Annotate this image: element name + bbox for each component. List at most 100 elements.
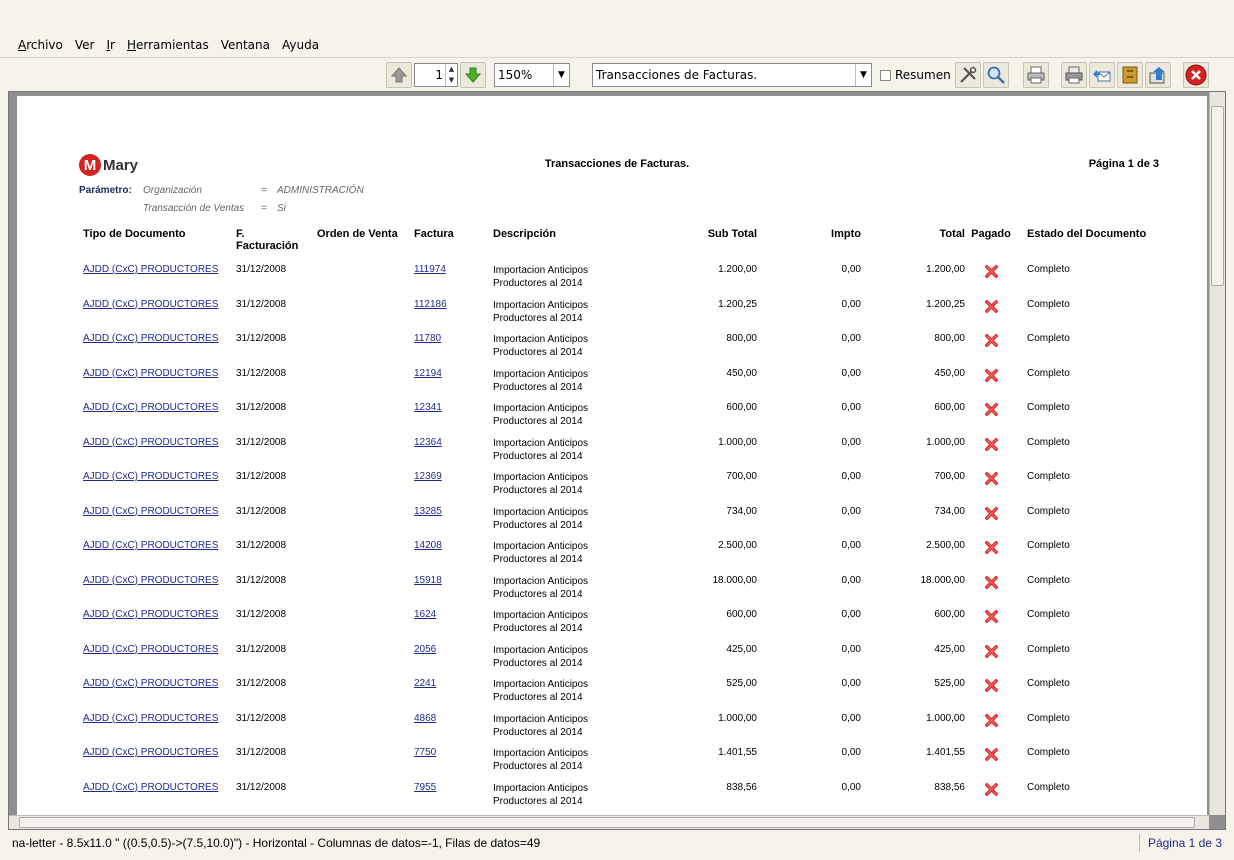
header-fecha-line1: F. xyxy=(236,228,245,240)
description-line1: Importacion Anticipos xyxy=(493,437,589,449)
invoice-link[interactable]: 2056 xyxy=(414,644,436,655)
total: 18.000,00 xyxy=(920,574,966,586)
zoom-select[interactable]: 150% ▼ xyxy=(494,63,570,87)
tax: 0,00 xyxy=(841,609,861,620)
document-type-link[interactable]: AJDD (CxC) PRODUCTORES xyxy=(83,782,218,793)
invoice-link[interactable]: 12341 xyxy=(414,402,442,413)
document-status: Completo xyxy=(1027,264,1070,275)
table-row: AJDD (CxC) PRODUCTORES 31/12/2008 7750 Impo… xyxy=(83,747,1173,782)
description: Importacion Anticipos Productores al 2014 xyxy=(493,782,643,808)
table-row: AJDD (CxC) PRODUCTORES 31/12/2008 111974 Im… xyxy=(83,264,1173,299)
tax: 0,00 xyxy=(841,678,861,689)
unpaid-x-icon xyxy=(984,679,998,692)
document-type-link[interactable]: AJDD (CxC) PRODUCTORES xyxy=(83,575,218,586)
invoice-link[interactable]: 14208 xyxy=(414,540,442,551)
invoice-link[interactable]: 112186 xyxy=(414,299,447,310)
invoice-link[interactable]: 12194 xyxy=(414,368,442,379)
document-type-link[interactable]: AJDD (CxC) PRODUCTORES xyxy=(83,609,218,620)
description-line1: Importacion Anticipos xyxy=(493,299,589,311)
chevron-down-icon[interactable]: ▼ xyxy=(553,64,569,86)
report-select[interactable]: Transacciones de Facturas. ▼ xyxy=(592,63,872,87)
paid-status xyxy=(969,609,1013,627)
unpaid-x-icon xyxy=(984,782,998,796)
report-title: Transacciones de Facturas. xyxy=(544,158,690,170)
total: 600,00 xyxy=(934,609,965,620)
chevron-down-icon[interactable]: ▼ xyxy=(855,64,871,86)
close-report-button[interactable] xyxy=(1182,62,1209,88)
archive-icon xyxy=(1122,66,1138,84)
document-type-link[interactable]: AJDD (CxC) PRODUCTORES xyxy=(83,540,218,551)
invoice-link[interactable]: 11780 xyxy=(414,333,441,344)
description-line1: Importacion Anticipos xyxy=(493,782,589,794)
menu-ver[interactable]: Ver xyxy=(75,38,95,52)
invoice-link[interactable]: 4868 xyxy=(414,713,436,724)
tax: 0,00 xyxy=(841,781,861,793)
menu-herramientas[interactable]: Herramientas xyxy=(127,38,209,52)
document-type-link[interactable]: AJDD (CxC) PRODUCTORES xyxy=(83,402,218,413)
description-line1: Importacion Anticipos xyxy=(493,748,589,759)
horizontal-scrollbar[interactable] xyxy=(9,815,1209,829)
invoice-link[interactable]: 13285 xyxy=(414,506,442,517)
invoice-link[interactable]: 12364 xyxy=(414,437,442,448)
report-viewer[interactable]: M Mary Transacciones de Facturas. Página… xyxy=(8,91,1226,830)
document-type-link[interactable]: AJDD (CxC) PRODUCTORES xyxy=(83,299,218,310)
menu-ventana[interactable]: Ventana xyxy=(221,38,270,52)
vertical-scroll-thumb[interactable] xyxy=(1211,106,1224,286)
horizontal-scroll-thumb[interactable] xyxy=(19,817,1195,828)
invoice-link[interactable]: 111974 xyxy=(414,264,446,275)
unpaid-x-icon xyxy=(984,368,998,382)
document-type-link[interactable]: AJDD (CxC) PRODUCTORES xyxy=(83,713,218,724)
unpaid-x-icon xyxy=(984,437,998,451)
invoice-link[interactable]: 7955 xyxy=(414,782,436,793)
page-number-spinner[interactable]: 1 ▲ ▼ xyxy=(414,63,458,87)
customize-button[interactable] xyxy=(954,62,981,88)
send-mail-button[interactable] xyxy=(1088,62,1115,88)
subtotal: 1.000,00 xyxy=(718,712,757,724)
next-page-button[interactable] xyxy=(460,62,486,88)
page-indicator: Página 1 de 3 xyxy=(1088,158,1159,170)
total: 734,00 xyxy=(934,505,965,517)
print-button[interactable] xyxy=(1022,62,1049,88)
invoice-link[interactable]: 15918 xyxy=(414,575,442,586)
document-type-link[interactable]: AJDD (CxC) PRODUCTORES xyxy=(83,747,218,758)
subtotal: 800,00 xyxy=(726,333,757,344)
description-line1: Importacion Anticipos xyxy=(493,472,589,483)
document-type-link[interactable]: AJDD (CxC) PRODUCTORES xyxy=(83,471,218,482)
invoice-link[interactable]: 7750 xyxy=(414,747,436,758)
document-type-link[interactable]: AJDD (CxC) PRODUCTORES xyxy=(83,333,218,344)
invoice-link[interactable]: 2241 xyxy=(414,678,436,689)
table-row: AJDD (CxC) PRODUCTORES 31/12/2008 12194 Imp… xyxy=(83,368,1173,403)
invoice-link[interactable]: 12369 xyxy=(414,471,442,482)
arrow-down-icon xyxy=(464,67,482,83)
spinner-arrows[interactable]: ▲ ▼ xyxy=(445,64,457,86)
vertical-scrollbar[interactable] xyxy=(1209,92,1225,815)
document-type-link[interactable]: AJDD (CxC) PRODUCTORES xyxy=(83,644,218,655)
menu-ayuda[interactable]: Ayuda xyxy=(282,38,319,52)
header-total: Total xyxy=(939,228,965,240)
menu-ir[interactable]: Ir xyxy=(106,38,114,52)
description-line2: Productores al 2014 xyxy=(493,657,583,669)
tax: 0,00 xyxy=(841,574,861,586)
export-button[interactable] xyxy=(1144,62,1171,88)
description-line1: Importacion Anticipos xyxy=(493,610,589,621)
document-type-link[interactable]: AJDD (CxC) PRODUCTORES xyxy=(83,437,218,448)
unpaid-x-icon xyxy=(984,575,998,589)
parameter-equals: = xyxy=(261,185,267,196)
magnifier-icon xyxy=(987,66,1005,84)
document-type-link[interactable]: AJDD (CxC) PRODUCTORES xyxy=(83,264,218,275)
total: 1.401,55 xyxy=(926,747,965,758)
invoice-link[interactable]: 1624 xyxy=(414,609,436,620)
summary-checkbox[interactable] xyxy=(880,69,891,81)
table-row: AJDD (CxC) PRODUCTORES 31/12/2008 112186 Im… xyxy=(83,299,1173,334)
print-preview-button[interactable] xyxy=(1060,62,1087,88)
subtotal: 2.500,00 xyxy=(718,540,757,551)
document-type-link[interactable]: AJDD (CxC) PRODUCTORES xyxy=(83,506,218,517)
menu-archivo[interactable]: Archivo xyxy=(18,38,63,52)
previous-page-button[interactable] xyxy=(386,62,412,88)
document-type-link[interactable]: AJDD (CxC) PRODUCTORES xyxy=(83,368,218,379)
report-page: M Mary Transacciones de Facturas. Página… xyxy=(17,96,1207,817)
find-button[interactable] xyxy=(982,62,1009,88)
document-type-link[interactable]: AJDD (CxC) PRODUCTORES xyxy=(83,678,218,689)
archive-button[interactable] xyxy=(1116,62,1143,88)
